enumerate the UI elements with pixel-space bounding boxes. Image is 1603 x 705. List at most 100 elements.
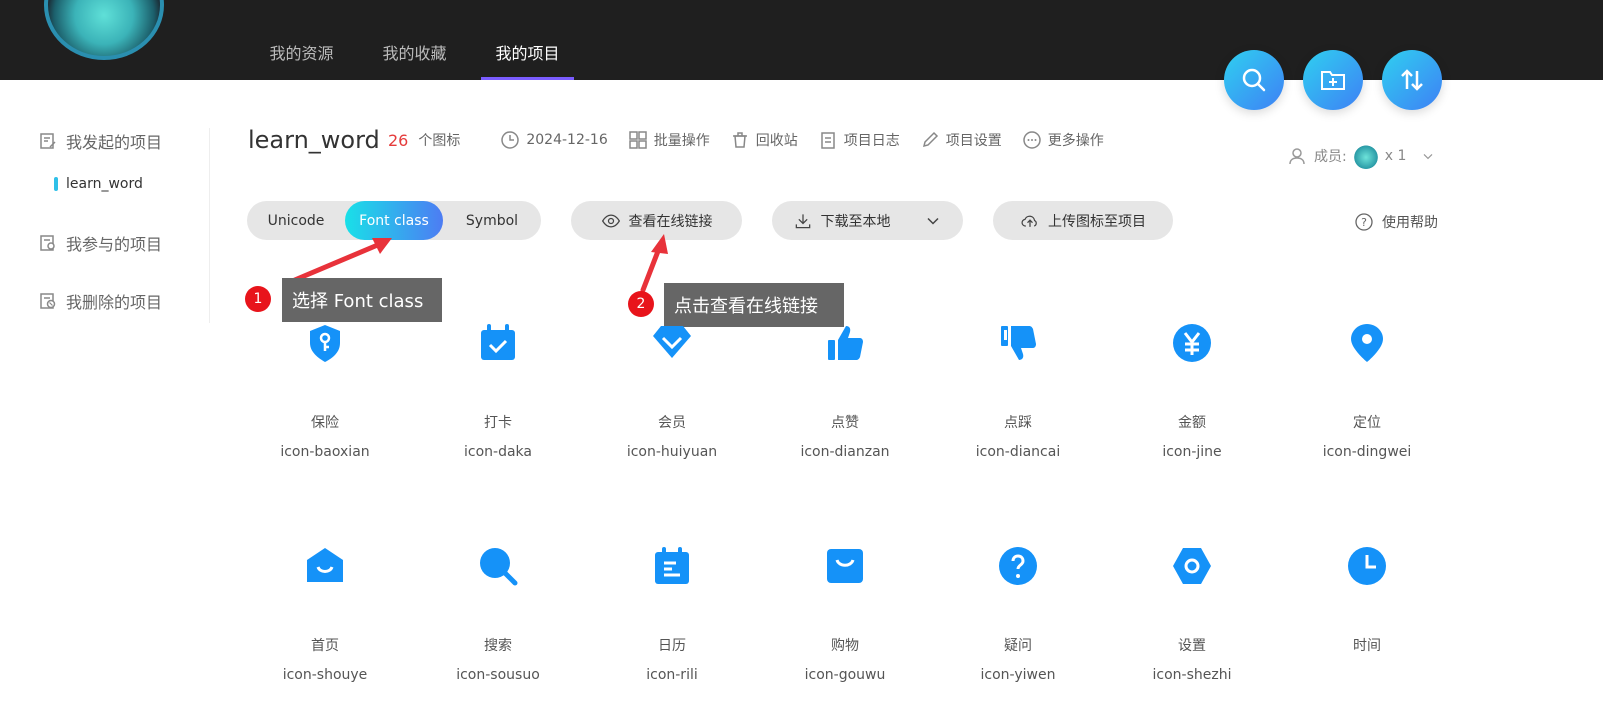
- icon-card-icon-diancai[interactable]: 点踩 icon-diancai: [938, 322, 1098, 460]
- home-icon: [307, 548, 343, 582]
- batch-operation-button[interactable]: 批量操作: [628, 130, 710, 150]
- icon-card-icon-shezhi[interactable]: 设置 icon-shezhi: [1112, 545, 1272, 683]
- batch-label: 批量操作: [653, 133, 710, 149]
- download-icon: [795, 213, 810, 228]
- more-operations-button[interactable]: 更多操作: [1022, 130, 1104, 150]
- document-search-icon: [40, 235, 55, 251]
- annotation-callout-1: 选择 Font class: [282, 278, 442, 322]
- annotation-arrow-1: [287, 241, 383, 285]
- icon-code-name: icon-diancai: [975, 444, 1061, 460]
- question-icon: [999, 547, 1037, 585]
- chevron-down-icon: [1423, 153, 1433, 160]
- add-folder-icon: [1321, 71, 1345, 90]
- nav-item-projects[interactable]: 我的项目: [471, 38, 584, 80]
- tab-symbol[interactable]: Symbol: [443, 201, 541, 240]
- date-text: 2024-12-16: [526, 132, 608, 148]
- new-project-button[interactable]: [1303, 50, 1363, 110]
- icon-cn-name: 购物: [831, 638, 859, 654]
- icon-count-label: 个图标: [418, 133, 461, 149]
- settings-label: 项目设置: [945, 133, 1002, 149]
- icon-card-icon-baoxian[interactable]: 保险 icon-baoxian: [245, 322, 405, 460]
- nav-item-resources[interactable]: 我的资源: [245, 38, 358, 80]
- help-label: 使用帮助: [1382, 215, 1438, 231]
- sidebar-item-label: 我参与的项目: [66, 235, 163, 254]
- icon-cn-name: 会员: [658, 415, 686, 431]
- search-button[interactable]: [1224, 50, 1284, 110]
- annotation-badge-2: 2: [628, 291, 654, 317]
- icon-card-icon-13[interactable]: 时间: [1287, 545, 1447, 667]
- members-count: x 1: [1384, 148, 1407, 164]
- sort-button[interactable]: [1382, 50, 1442, 110]
- tab-font-class[interactable]: Font class: [345, 201, 443, 240]
- members-label: 成员:: [1314, 149, 1347, 165]
- upload-button[interactable]: 上传图标至项目: [993, 201, 1173, 240]
- icon-code-name: icon-daka: [464, 444, 532, 460]
- member-avatar: [1352, 143, 1379, 169]
- icon-card-icon-sousuo[interactable]: 搜索 icon-sousuo: [418, 545, 578, 683]
- sidebar-item-joined[interactable]: 我参与的项目: [38, 230, 209, 256]
- calendar-check-icon: [481, 324, 515, 360]
- sidebar-item-learn-word[interactable]: learn_word: [54, 176, 209, 192]
- sidebar-item-label: 我删除的项目: [66, 293, 163, 312]
- project-log-button[interactable]: 项目日志: [818, 130, 900, 150]
- sidebar-item-deleted[interactable]: 我删除的项目: [38, 288, 209, 314]
- pencil-icon: [922, 131, 938, 148]
- download-button[interactable]: 下载至本地: [772, 201, 963, 240]
- icon-card-icon-huiyuan[interactable]: 会员 icon-huiyuan: [592, 322, 752, 460]
- icon-cn-name: 金额: [1178, 415, 1206, 431]
- icon-card-icon-daka[interactable]: 打卡 icon-daka: [418, 322, 578, 460]
- icon-code-name: icon-sousuo: [456, 667, 540, 683]
- annotation-arrowhead-1: [372, 238, 392, 254]
- icon-cn-name: 疑问: [1004, 638, 1032, 654]
- question-icon: ?: [1355, 213, 1373, 231]
- eye-icon: [601, 214, 620, 227]
- trash-icon: [732, 132, 747, 148]
- annotation-callout-2: 点击查看在线链接: [664, 283, 844, 327]
- location-pin-icon: [1351, 324, 1383, 362]
- yen-icon: [1173, 324, 1211, 362]
- icon-card-icon-rili[interactable]: 日历 icon-rili: [592, 545, 752, 683]
- help-link[interactable]: ? 使用帮助: [1354, 212, 1438, 232]
- icon-code-name: icon-dianzan: [800, 444, 890, 460]
- icon-card-icon-dingwei[interactable]: 定位 icon-dingwei: [1287, 322, 1447, 460]
- project-date: 2024-12-16: [500, 130, 608, 150]
- chevron-down-icon: [926, 217, 939, 225]
- document-delete-icon: [40, 293, 56, 309]
- icon-card-icon-yiwen[interactable]: 疑问 icon-yiwen: [938, 545, 1098, 683]
- annotation-arrow-2: [640, 243, 663, 293]
- calendar-icon: [655, 547, 689, 584]
- view-online-link-button[interactable]: 查看在线链接: [571, 201, 742, 240]
- nav-item-favorites[interactable]: 我的收藏: [358, 38, 471, 80]
- icon-card-icon-gouwu[interactable]: 购物 icon-gouwu: [765, 545, 925, 683]
- icon-cn-name: 定位: [1353, 415, 1381, 431]
- icon-cn-name: 点踩: [1004, 415, 1032, 431]
- project-settings-button[interactable]: 项目设置: [920, 130, 1002, 150]
- user-icon: [1289, 148, 1305, 165]
- icon-cn-name: 保险: [311, 415, 339, 431]
- sidebar-item-started[interactable]: 我发起的项目: [38, 128, 209, 154]
- icon-card-icon-shouye[interactable]: 首页 icon-shouye: [245, 545, 405, 683]
- icon-code-name: icon-jine: [1162, 444, 1222, 460]
- icon-cn-name: 打卡: [484, 415, 512, 431]
- upload-label: 上传图标至项目: [1048, 213, 1146, 230]
- page-title: learn_word: [248, 126, 380, 154]
- icon-card-icon-dianzan[interactable]: 点赞 icon-dianzan: [765, 322, 925, 460]
- icon-code-name: icon-dingwei: [1322, 444, 1412, 460]
- icon-cn-name: 点赞: [831, 415, 859, 431]
- code-type-switch: Unicode Font class Symbol: [247, 201, 541, 240]
- recycle-bin-button[interactable]: 回收站: [730, 130, 798, 150]
- avatar[interactable]: [44, 0, 164, 60]
- members-dropdown[interactable]: 成员: x 1: [1288, 143, 1436, 169]
- icon-card-icon-jine[interactable]: 金额 icon-jine: [1112, 322, 1272, 460]
- thumbs-up-icon: [828, 326, 863, 360]
- search-icon: [480, 548, 518, 586]
- diamond-icon: [653, 326, 691, 358]
- shield-key-icon: [310, 325, 340, 362]
- project-meta: 26 个图标 2024-12-16 批量操作 回收站 项目日志 项目设置 更多操…: [388, 130, 1104, 150]
- clock-icon: [501, 131, 520, 149]
- more-icon: [1022, 131, 1041, 149]
- icon-code-name: icon-shouye: [282, 667, 368, 683]
- recycle-label: 回收站: [755, 133, 798, 149]
- tab-unicode[interactable]: Unicode: [247, 201, 345, 240]
- settings-icon: [1173, 548, 1211, 584]
